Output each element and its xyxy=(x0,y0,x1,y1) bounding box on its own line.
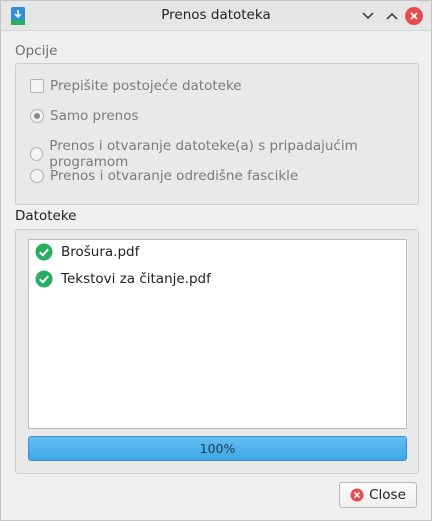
radio-button[interactable] xyxy=(30,109,44,123)
close-button[interactable]: Close xyxy=(339,482,417,508)
radio-transfer-and-open-file[interactable]: Prenos i otvaranje datoteke(a) s pripada… xyxy=(30,138,418,170)
options-group-label: Opcije xyxy=(15,43,58,59)
file-list[interactable]: Brošura.pdf Tekstovi za čitanje.pdf xyxy=(28,239,407,429)
list-item[interactable]: Brošura.pdf xyxy=(35,243,139,261)
minimize-button[interactable] xyxy=(359,7,377,25)
files-group: Brošura.pdf Tekstovi za čitanje.pdf 100% xyxy=(15,229,419,474)
file-name: Tekstovi za čitanje.pdf xyxy=(61,271,211,287)
overwrite-checkbox-label: Prepišite postojeće datoteke xyxy=(50,78,242,94)
progress-bar: 100% xyxy=(28,436,407,461)
close-window-button[interactable] xyxy=(405,7,423,25)
maximize-button[interactable] xyxy=(383,7,401,25)
radio-transfer-only[interactable]: Samo prenos xyxy=(30,108,139,124)
check-circle-icon xyxy=(35,243,53,261)
check-circle-icon xyxy=(35,270,53,288)
cancel-icon xyxy=(350,488,364,502)
options-group: Prepišite postojeće datoteke Samo prenos… xyxy=(15,63,419,205)
radio-transfer-and-open-folder[interactable]: Prenos i otvaranje odredišne fascikle xyxy=(30,168,298,184)
chevron-up-icon xyxy=(386,12,398,20)
radio-transfer-and-open-folder-label: Prenos i otvaranje odredišne fascikle xyxy=(50,168,299,184)
close-icon xyxy=(410,12,418,20)
radio-transfer-only-label: Samo prenos xyxy=(50,108,139,124)
close-button-label: Close xyxy=(369,487,406,503)
title-bar[interactable]: Prenos datoteka xyxy=(1,1,431,31)
checkbox-box[interactable] xyxy=(30,79,44,93)
radio-button[interactable] xyxy=(30,169,44,183)
list-item[interactable]: Tekstovi za čitanje.pdf xyxy=(35,270,211,288)
overwrite-checkbox[interactable]: Prepišite postojeće datoteke xyxy=(30,78,242,94)
files-group-label: Datoteke xyxy=(15,208,77,224)
progress-text: 100% xyxy=(199,441,236,456)
radio-transfer-and-open-file-label: Prenos i otvaranje datoteke(a) s pripada… xyxy=(49,138,358,170)
transfer-dialog: Prenos datoteka Opcije Prepišite postoje… xyxy=(0,0,432,521)
radio-button[interactable] xyxy=(30,147,44,161)
file-name: Brošura.pdf xyxy=(61,244,140,260)
chevron-down-icon xyxy=(362,12,374,20)
